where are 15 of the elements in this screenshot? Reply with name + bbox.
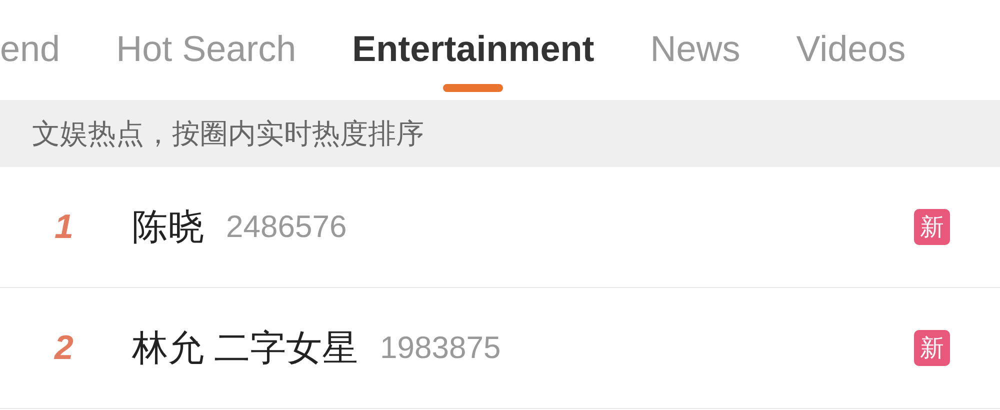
- tab[interactable]: Hot Search: [116, 0, 296, 100]
- tab[interactable]: Entertainment: [352, 0, 594, 100]
- tab[interactable]: Videos: [796, 0, 906, 100]
- tab[interactable]: end: [0, 0, 60, 100]
- new-badge: 新: [914, 209, 950, 245]
- active-tab-indicator: [443, 84, 504, 92]
- heat-count: 2486576: [226, 209, 347, 245]
- tab[interactable]: News: [650, 0, 740, 100]
- topic-title[interactable]: 林允 二字女星: [132, 324, 358, 372]
- info-banner: 文娱热点，按圈内实时热度排序: [0, 100, 1000, 167]
- heat-count: 1983875: [380, 330, 501, 366]
- rank-number: 2: [53, 328, 74, 368]
- new-badge: 新: [914, 330, 950, 366]
- rank-number: 1: [54, 208, 74, 246]
- topic-title[interactable]: 陈晓: [132, 202, 204, 252]
